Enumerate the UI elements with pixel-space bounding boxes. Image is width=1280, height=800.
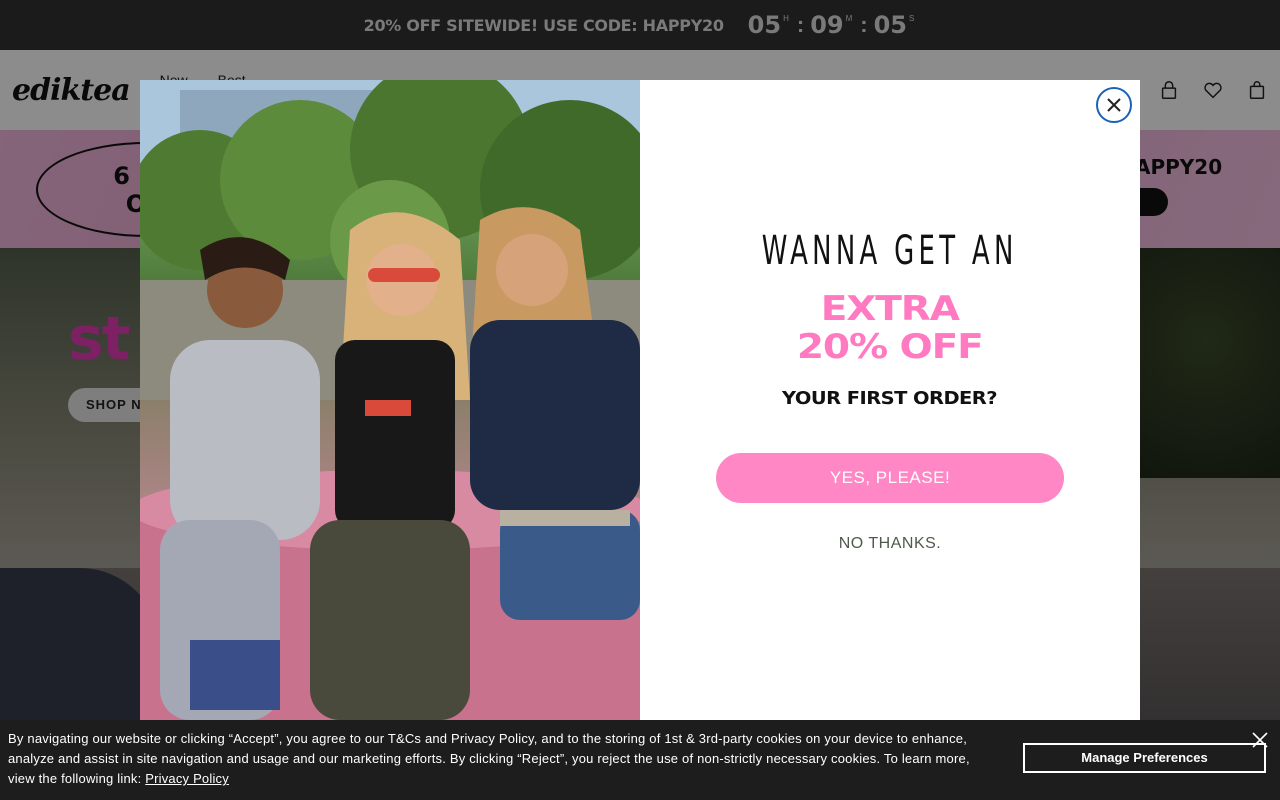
modal-offer-line1: EXTRA [820,289,960,329]
countdown-hours-unit: H [783,14,789,23]
countdown-seconds: 05 [873,11,907,39]
manage-preferences-button[interactable]: Manage Preferences [1023,743,1266,773]
yes-please-button[interactable]: YES, PLEASE! [716,453,1064,503]
promo-bar: 20% OFF SITEWIDE! USE CODE: HAPPY20 05 H… [0,0,1280,50]
modal-subline: YOUR FIRST ORDER? [782,388,998,409]
modal-content: WANNA GET AN EXTRA 20% OFF YOUR FIRST OR… [640,80,1140,720]
privacy-policy-link[interactable]: Privacy Policy [145,771,229,786]
countdown-minutes: 09 [810,11,844,39]
countdown-separator: : [860,12,868,37]
cookie-banner: By navigating our website or clicking “A… [0,720,1280,800]
modal-offer: EXTRA 20% OFF [797,289,984,367]
modal-close-button[interactable] [1096,87,1132,123]
modal-offer-line2: 20% OFF [797,327,984,367]
no-thanks-button[interactable]: NO THANKS. [839,535,942,553]
close-icon [1107,98,1121,112]
cookie-close-icon[interactable] [1251,731,1269,749]
countdown-minutes-unit: M [845,14,853,23]
countdown-seconds-unit: S [909,14,915,23]
countdown-timer: 05 H : 09 M : 05 S [748,12,917,38]
promo-text: 20% OFF SITEWIDE! USE CODE: HAPPY20 [363,15,724,35]
cookie-text-block: By navigating our website or clicking “A… [8,729,998,789]
discount-modal: WANNA GET AN EXTRA 20% OFF YOUR FIRST OR… [140,80,1140,720]
modal-photo [140,80,640,720]
countdown-hours: 05 [747,11,782,39]
modal-headline: WANNA GET AN [762,228,1018,274]
modal-photo-illustration [140,80,640,720]
countdown-separator: : [796,12,805,37]
